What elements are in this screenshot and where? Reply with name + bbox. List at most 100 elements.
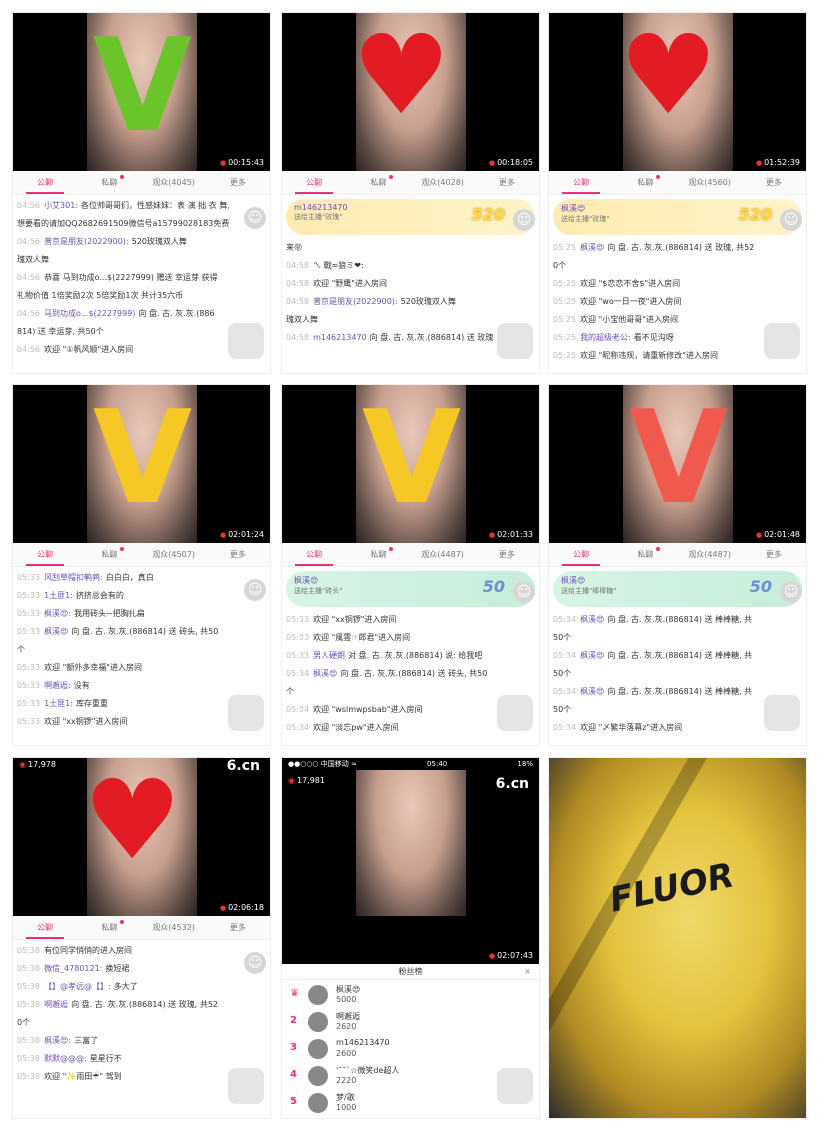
unread-dot [119, 547, 124, 551]
message-user[interactable]: 默默@@@: [44, 1054, 87, 1063]
emoji-button[interactable]: ☺ [780, 209, 802, 231]
stream-duration: 00:15:43 [220, 158, 264, 167]
chat-message: 05:25 欢迎 "wo一日一夜"进入房间 [553, 293, 802, 311]
tab-public-chat[interactable]: 公聊 [13, 171, 77, 194]
message-text: 库存重重 [75, 699, 108, 708]
video-player[interactable]: V 02:01:48 [549, 385, 806, 543]
tab-private-chat[interactable]: 私聊 [613, 171, 677, 194]
tab-audience[interactable]: 观众(4532) [142, 916, 206, 939]
message-user[interactable]: 枫溪😍 [580, 615, 604, 624]
tab-more[interactable]: 更多 [742, 171, 806, 194]
tab-more[interactable]: 更多 [206, 171, 270, 194]
message-user[interactable]: 枫溪😍 [313, 669, 337, 678]
tab-audience[interactable]: 观众(4487) [678, 543, 742, 566]
video-player[interactable]: V 02:01:33 [282, 385, 539, 543]
video-player[interactable]: ●●○○○ 中国移动 ≈ 05:40 18% 17,981 6.cn 02:07:43 [282, 758, 539, 964]
avatar[interactable] [308, 1039, 328, 1059]
message-user[interactable]: 啊邂逅 [44, 1000, 68, 1009]
message-user[interactable]: 啊邂逅: [44, 681, 71, 690]
message-user[interactable]: 马到功成o...$(2227999) [44, 309, 135, 318]
tab-private-chat[interactable]: 私聊 [77, 543, 141, 566]
tab-audience[interactable]: 观众(4487) [411, 543, 475, 566]
floating-action-button[interactable] [497, 695, 533, 731]
message-user[interactable]: 微信_4780121: [44, 964, 102, 973]
gift-count: 520 [471, 205, 505, 224]
tab-more[interactable]: 更多 [206, 543, 270, 566]
message-user[interactable]: 【】@孝远@【】: [44, 982, 111, 991]
tab-public-chat[interactable]: 公聊 [13, 543, 77, 566]
ranking-row[interactable]: 3 m146213470 2600 [282, 1036, 539, 1062]
emoji-button[interactable]: ☺ [513, 581, 535, 603]
video-player[interactable]: V 00:15:43 [13, 13, 270, 171]
tab-private-chat[interactable]: 私聊 [346, 543, 410, 566]
tab-private-chat[interactable]: 私聊 [77, 916, 141, 939]
tab-more[interactable]: 更多 [206, 916, 270, 939]
emoji-button[interactable]: ☺ [244, 579, 266, 601]
ranking-row[interactable]: 2 啊邂逅 2620 [282, 1009, 539, 1035]
message-user[interactable]: 小艾301: [44, 201, 78, 210]
close-icon[interactable]: × [524, 964, 531, 980]
tab-public-chat[interactable]: 公聊 [13, 916, 77, 939]
message-user[interactable]: 枫溪😍 [580, 687, 604, 696]
tab-audience[interactable]: 观众(4507) [142, 543, 206, 566]
message-user[interactable]: 我的超级老公: [580, 333, 631, 342]
message-user[interactable]: 枫溪😍 [44, 627, 68, 636]
message-user[interactable]: 风刮草帽扣鹌鹑: [44, 573, 103, 582]
tab-private-chat[interactable]: 私聊 [613, 543, 677, 566]
message-user[interactable]: 枫溪😍 [580, 651, 604, 660]
emoji-button[interactable]: ☺ [513, 209, 535, 231]
floating-action-button[interactable] [228, 323, 264, 359]
tab-more[interactable]: 更多 [475, 543, 539, 566]
tab-public-chat[interactable]: 公聊 [282, 543, 346, 566]
message-time: 05:25 [553, 243, 577, 252]
tab-label: 更多 [229, 550, 246, 559]
tab-public-chat[interactable]: 公聊 [549, 543, 613, 566]
message-user[interactable]: 枫溪😍 [580, 243, 604, 252]
video-player[interactable]: V 02:01:24 [13, 385, 270, 543]
tab-more[interactable]: 更多 [742, 543, 806, 566]
emoji-button[interactable]: ☺ [780, 581, 802, 603]
avatar[interactable] [308, 1066, 328, 1086]
tab-public-chat[interactable]: 公聊 [282, 171, 346, 194]
avatar[interactable] [308, 1012, 328, 1032]
floating-action-button[interactable] [764, 695, 800, 731]
emoji-button[interactable]: ☺ [244, 952, 266, 974]
message-user[interactable]: 1土匪1: [44, 699, 73, 708]
message-user[interactable]: 普京是朋友(2022900): [313, 297, 398, 306]
floating-action-button[interactable] [497, 323, 533, 359]
message-text: 瑰双人舞 [286, 315, 318, 324]
tab-private-chat[interactable]: 私聊 [346, 171, 410, 194]
video-player[interactable]: ♥ 01:52:39 [549, 13, 806, 171]
message-text: 欢迎 "✨雨田☔" 驾到 [44, 1072, 122, 1081]
ranking-row[interactable]: ♛ 枫溪😍 5000 [282, 982, 539, 1008]
v-gift-animation: V [362, 385, 462, 533]
emoji-button[interactable]: ☺ [244, 207, 266, 229]
message-user[interactable]: 普京是朋友(2022900): [44, 237, 129, 246]
avatar[interactable] [308, 985, 328, 1005]
message-time: 05:33 [17, 627, 41, 636]
tab-public-chat[interactable]: 公聊 [549, 171, 613, 194]
tab-audience[interactable]: 观众(4028) [411, 171, 475, 194]
floating-action-button[interactable] [228, 695, 264, 731]
floating-action-button[interactable] [497, 1068, 533, 1104]
avatar[interactable] [308, 1093, 328, 1113]
chat-message: 05:33 欢迎 "風雲☞郎君"进入房间 [286, 629, 535, 647]
message-user[interactable]: 枫溪😍: [44, 609, 71, 618]
message-user[interactable]: m146213470 [313, 333, 367, 342]
tab-audience[interactable]: 观众(4045) [142, 171, 206, 194]
message-user[interactable]: 1土匪1: [44, 591, 73, 600]
video-player[interactable]: ♥ 17,978 6.cn 02:06:18 [13, 758, 270, 916]
message-user[interactable]: 男人硬朗 [313, 651, 345, 660]
message-time: 05:38 [17, 982, 41, 991]
tab-label: 公聊 [306, 550, 323, 559]
message-time: 04:56 [17, 273, 41, 282]
tab-more[interactable]: 更多 [475, 171, 539, 194]
heart-arrow-gift-animation: ♥ [83, 758, 182, 884]
tab-label: 观众(4028) [421, 178, 464, 187]
tab-audience[interactable]: 观众(4560) [678, 171, 742, 194]
floating-action-button[interactable] [228, 1068, 264, 1104]
video-player[interactable]: ♥ 00:18:05 [282, 13, 539, 171]
message-user[interactable]: 枫溪😍: [44, 1036, 71, 1045]
tab-private-chat[interactable]: 私聊 [77, 171, 141, 194]
floating-action-button[interactable] [764, 323, 800, 359]
